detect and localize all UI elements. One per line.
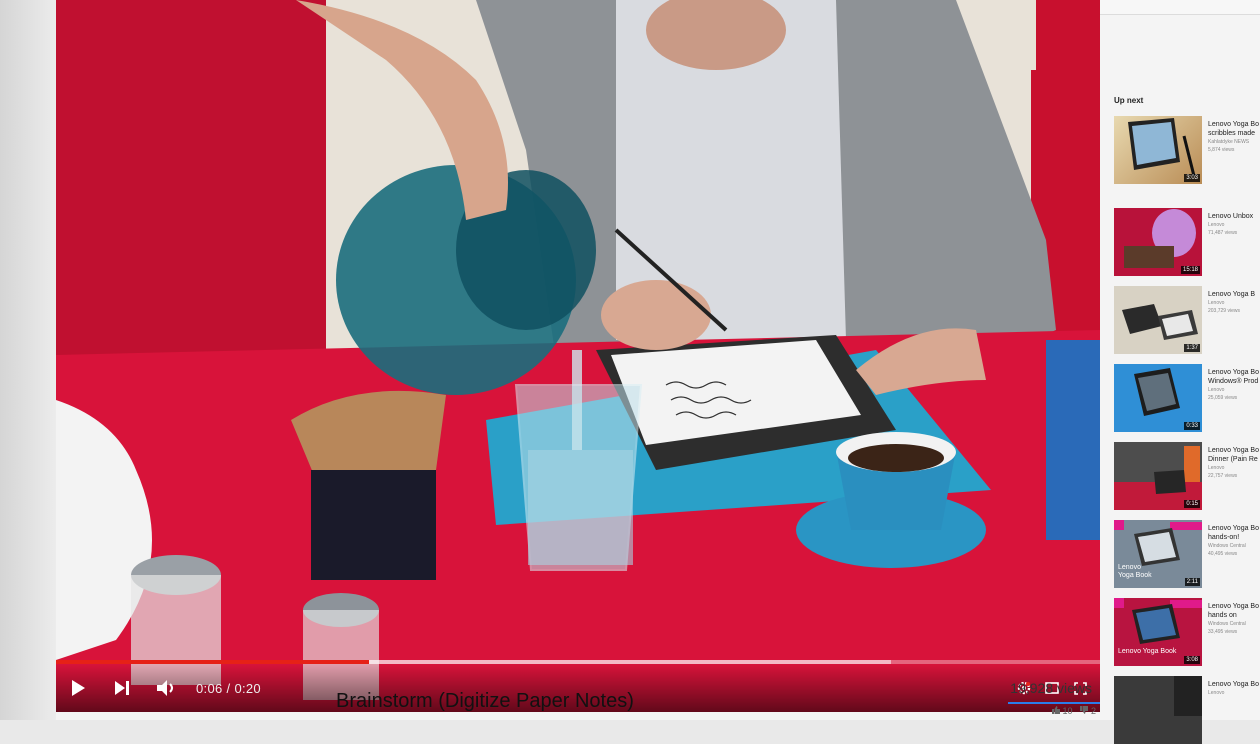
- video-thumbnail[interactable]: 0:33: [1114, 364, 1202, 432]
- recommended-video[interactable]: 15:18 Lenovo Unbox Lenovo 71,487 views: [1114, 208, 1260, 276]
- view-count: 19,928 views: [1010, 680, 1092, 696]
- video-meta: Lenovo Yoga Bo Dinner (Pain Re Lenovo 22…: [1208, 446, 1260, 480]
- recommended-video[interactable]: 0:33 Lenovo Yoga Bo Windows® Prod Lenovo…: [1114, 364, 1260, 432]
- video-thumbnail[interactable]: [1114, 676, 1202, 744]
- like-count: 10: [1062, 706, 1073, 716]
- thumbnail-caption: Lenovo Yoga Book: [1118, 648, 1177, 655]
- sentiment-bar: [1008, 702, 1100, 704]
- channel-name[interactable]: Windows Central: [1208, 542, 1260, 550]
- view-count: 71,487 views: [1208, 230, 1238, 236]
- video-title-line[interactable]: Lenovo Unbox: [1208, 212, 1260, 221]
- video-duration: 3:03: [1184, 174, 1200, 182]
- channel-name[interactable]: Lenovo: [1208, 689, 1260, 697]
- video-thumbnail[interactable]: 15:18: [1114, 208, 1202, 276]
- channel-name[interactable]: Lenovo: [1208, 221, 1260, 229]
- video-title-line[interactable]: Lenovo Yoga Bo: [1208, 524, 1260, 533]
- view-count: 203,729 views: [1208, 308, 1240, 314]
- video-player[interactable]: 0:06/0:20: [56, 0, 1100, 712]
- channel-name[interactable]: Lenovo: [1208, 386, 1260, 394]
- video-meta: Lenovo Yoga Bo Windows® Prod Lenovo 25,0…: [1208, 368, 1260, 402]
- video-duration: 0:33: [1184, 422, 1200, 430]
- screen-bezel: [0, 0, 56, 720]
- channel-name[interactable]: Lenovo: [1208, 299, 1260, 307]
- view-count: 25,059 views: [1208, 395, 1238, 401]
- video-title-line[interactable]: Lenovo Yoga Bo: [1208, 602, 1260, 611]
- view-count: 5,874 views: [1208, 147, 1235, 153]
- browser-screen: 0:06/0:20 Brainstorm (Digitize Paper Not…: [0, 0, 1260, 744]
- video-title-line[interactable]: Lenovo Yoga Bo: [1208, 446, 1260, 455]
- view-count: 33,495 views: [1208, 629, 1238, 635]
- video-duration: 3:08: [1184, 656, 1200, 664]
- channel-name[interactable]: Lenovo: [1208, 464, 1260, 472]
- video-title-line[interactable]: Lenovo Yoga Bo: [1208, 680, 1260, 689]
- video-title-line[interactable]: hands-on!: [1208, 533, 1260, 542]
- thumbnail-caption: Lenovo Yoga Book: [1118, 564, 1152, 579]
- recommended-video[interactable]: 3:08 Lenovo Yoga Book Lenovo Yoga Bo han…: [1114, 598, 1260, 666]
- video-title-line[interactable]: hands on: [1208, 611, 1260, 620]
- view-count: 40,495 views: [1208, 551, 1238, 557]
- like-dislike: 10 2: [1051, 706, 1096, 716]
- video-duration: 1:37: [1184, 344, 1200, 352]
- video-duration: 2:11: [1184, 578, 1200, 586]
- view-count: 22,757 views: [1208, 473, 1238, 479]
- video-title-line[interactable]: scribbles made: [1208, 129, 1260, 138]
- video-title: Brainstorm (Digitize Paper Notes): [336, 690, 634, 712]
- video-title-line[interactable]: Lenovo Yoga Bo: [1208, 120, 1260, 129]
- video-title-line[interactable]: Lenovo Yoga Bo: [1208, 368, 1260, 377]
- video-meta: Lenovo Unbox Lenovo 71,487 views: [1208, 212, 1260, 237]
- thumbnail-image: [1174, 676, 1202, 716]
- video-meta: Lenovo Yoga Bo scribbles made Kahlatdyke…: [1208, 120, 1260, 154]
- recommended-video[interactable]: 2:11 Lenovo Yoga Book Lenovo Yoga Bo han…: [1114, 520, 1260, 588]
- video-thumbnail[interactable]: 3:03: [1114, 116, 1202, 184]
- recommended-video[interactable]: 1:37 Lenovo Yoga B Lenovo 203,729 views: [1114, 286, 1260, 354]
- video-title-line[interactable]: Windows® Prod: [1208, 377, 1260, 386]
- video-frame: [56, 0, 1100, 712]
- up-next-sidebar: Up next 3:03 Lenovo Yoga Bo scribbles ma…: [1106, 90, 1260, 744]
- video-title-line[interactable]: Dinner (Pain Re: [1208, 455, 1260, 464]
- recommended-video[interactable]: 0:15 Lenovo Yoga Bo Dinner (Pain Re Leno…: [1114, 442, 1260, 510]
- video-info: Brainstorm (Digitize Paper Notes) 19,928…: [56, 662, 1100, 720]
- up-next-heading: Up next: [1114, 96, 1144, 105]
- video-thumbnail[interactable]: 3:08 Lenovo Yoga Book: [1114, 598, 1202, 666]
- video-duration: 0:15: [1184, 500, 1200, 508]
- channel-name[interactable]: Kahlatdyke NEWS: [1208, 138, 1260, 146]
- video-title-line[interactable]: Lenovo Yoga B: [1208, 290, 1260, 299]
- video-meta: Lenovo Yoga B Lenovo 203,729 views: [1208, 290, 1260, 315]
- video-duration: 15:18: [1180, 266, 1200, 274]
- video-thumbnail[interactable]: 1:37: [1114, 286, 1202, 354]
- video-meta: Lenovo Yoga Bo hands-on! Windows Central…: [1208, 524, 1260, 558]
- video-meta: Lenovo Yoga Bo hands on Windows Central …: [1208, 602, 1260, 636]
- video-thumbnail[interactable]: 0:15: [1114, 442, 1202, 510]
- thumbs-down-icon: [1080, 706, 1089, 714]
- channel-name[interactable]: Windows Central: [1208, 620, 1260, 628]
- video-meta: Lenovo Yoga Bo Lenovo: [1208, 680, 1260, 697]
- dislike-button[interactable]: 2: [1080, 706, 1096, 716]
- thumbs-up-icon: [1051, 706, 1060, 714]
- video-thumbnail[interactable]: 2:11 Lenovo Yoga Book: [1114, 520, 1202, 588]
- dislike-count: 2: [1090, 706, 1096, 716]
- recommended-video[interactable]: 3:03 Lenovo Yoga Bo scribbles made Kahla…: [1114, 116, 1260, 184]
- like-button[interactable]: 10: [1051, 706, 1073, 716]
- recommended-video[interactable]: Lenovo Yoga Bo Lenovo: [1114, 676, 1260, 744]
